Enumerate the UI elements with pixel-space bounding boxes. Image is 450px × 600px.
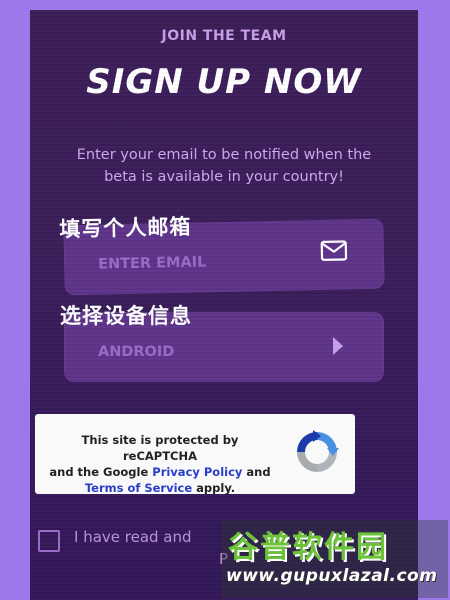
recaptcha-line1: This site is protected by reCAPTCHA [81, 433, 239, 463]
email-field[interactable]: 填写个人邮箱 ENTER EMAIL [59, 215, 385, 296]
email-placeholder: ENTER EMAIL [97, 254, 207, 273]
privacy-policy-link[interactable]: Privacy Policy [152, 465, 242, 479]
chevron-right-icon [330, 335, 346, 361]
terms-of-service-link[interactable]: Terms of Service [85, 481, 192, 495]
consent-label: I have read and [74, 528, 192, 546]
watermark: 谷普软件园 www.gupuxlazal.com [222, 520, 448, 598]
eyebrow-text: JOIN THE TEAM [161, 28, 287, 44]
recaptcha-line2-prefix: and the Google [49, 465, 153, 479]
signup-panel: JOIN THE TEAM SIGN UP NOW Enter your ema… [30, 10, 418, 600]
recaptcha-line3-suffix: apply. [192, 481, 236, 495]
subtitle-text: Enter your email to be notified when the… [76, 147, 372, 185]
device-select[interactable]: 选择设备信息 ANDROID [60, 304, 384, 382]
recaptcha-text: This site is protected by reCAPTCHA and … [45, 432, 275, 496]
recaptcha-logo-icon [293, 428, 341, 480]
watermark-url: www.gupuxlazal.com [226, 566, 438, 586]
page-title: SIGN UP NOW [86, 62, 362, 102]
recaptcha-notice: This site is protected by reCAPTCHA and … [35, 414, 355, 496]
watermark-text: 谷普软件园 [228, 530, 388, 565]
consent-checkbox[interactable] [38, 530, 60, 552]
device-selected-value: ANDROID [98, 344, 175, 360]
email-hint-label: 填写个人邮箱 [59, 214, 192, 242]
device-hint-label: 选择设备信息 [60, 304, 192, 328]
recaptcha-line2-suffix: and [242, 465, 271, 479]
mail-icon [320, 239, 349, 266]
